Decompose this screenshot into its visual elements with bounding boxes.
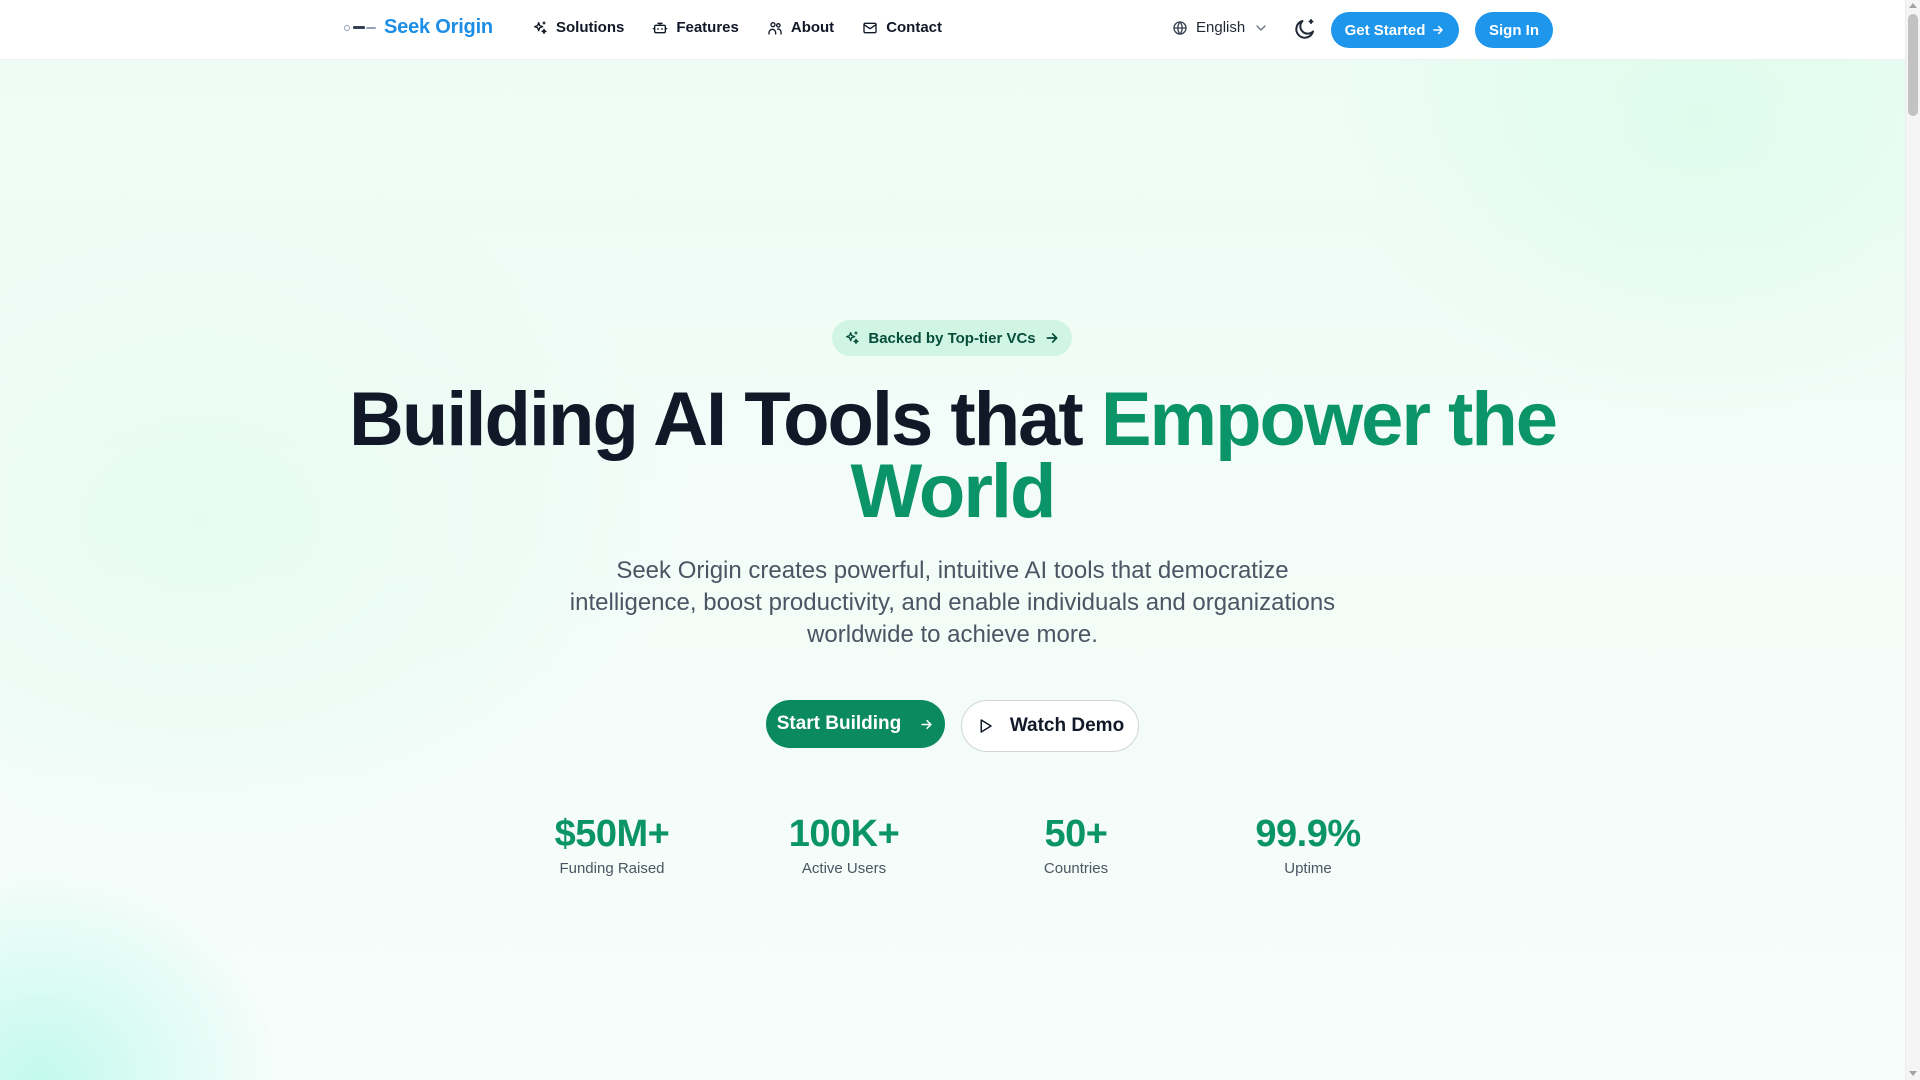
stat-value: 50+ — [1044, 813, 1108, 855]
nav-item-contact[interactable]: Contact — [862, 19, 942, 36]
stat-label: Countries — [1043, 860, 1109, 877]
nav-item-about[interactable]: About — [767, 19, 834, 36]
hero-headline: Building AI Tools that Empower the World — [300, 382, 1605, 530]
sparkles-icon — [534, 20, 547, 34]
badge-label: Backed by Top-tier VCs — [868, 329, 1036, 347]
backed-badge[interactable]: Backed by Top-tier VCs — [832, 320, 1072, 356]
arrow-right-icon — [1433, 25, 1444, 35]
stat-value: 99.9% — [1255, 813, 1361, 855]
stat-item: 99.9% Uptime — [1192, 812, 1424, 877]
arrow-right-icon — [1046, 333, 1058, 343]
moon-icon[interactable] — [1293, 17, 1317, 41]
stat-value: $50M+ — [554, 813, 670, 855]
chevron-down-icon — [1256, 24, 1266, 31]
page: Seek Origin Solutions Features About Con… — [0, 0, 1905, 1080]
stat-value: 100K+ — [788, 813, 900, 855]
language-selector[interactable]: English — [1172, 19, 1269, 36]
scroll-thumb[interactable] — [1908, 14, 1918, 116]
watch-demo-button[interactable]: Watch Demo — [961, 700, 1139, 752]
stat-label: Funding Raised — [559, 860, 665, 877]
get-started-label: Get Started — [1344, 21, 1426, 39]
globe-icon — [1173, 20, 1187, 35]
get-started-button[interactable]: Get Started — [1331, 12, 1459, 48]
hero-subtitle: Seek Origin creates powerful, intuitive … — [569, 557, 1336, 648]
language-label: English — [1196, 19, 1246, 36]
scroll-down-arrow-icon[interactable] — [1909, 1071, 1917, 1076]
sign-in-label: Sign In — [1489, 21, 1539, 39]
watch-demo-label: Watch Demo — [1009, 715, 1125, 736]
scroll-up-arrow-icon[interactable] — [1909, 3, 1917, 8]
stat-item: 100K+ Active Users — [728, 812, 960, 877]
stat-item: $50M+ Funding Raised — [496, 812, 728, 877]
nav-label: Features — [676, 19, 739, 36]
page-scrollbar[interactable] — [1905, 0, 1920, 1080]
nav-label: Solutions — [556, 19, 625, 36]
nav-label: About — [790, 19, 835, 36]
mail-icon — [863, 22, 877, 33]
nav-label: Contact — [886, 19, 943, 36]
nav-item-features[interactable]: Features — [652, 19, 739, 36]
start-building-button[interactable]: Start Building — [766, 700, 945, 748]
play-icon — [980, 719, 992, 733]
stat-item: 50+ Countries — [960, 812, 1192, 877]
nav-item-solutions[interactable]: Solutions — [532, 19, 624, 36]
bot-icon — [652, 22, 668, 33]
brand-name: Seek Origin — [384, 16, 493, 38]
arrow-right-icon — [921, 719, 932, 729]
sparkles-icon — [846, 331, 860, 344]
stats-row: $50M+ Funding Raised 100K+ Active Users … — [496, 812, 1424, 877]
users-icon — [768, 21, 782, 35]
stat-label: Active Users — [801, 860, 887, 877]
brand[interactable]: Seek Origin — [344, 16, 493, 39]
stat-label: Uptime — [1284, 860, 1332, 877]
main-nav: Solutions Features About Contact — [532, 19, 942, 36]
brand-logo-icon — [344, 21, 376, 35]
sign-in-button[interactable]: Sign In — [1475, 12, 1553, 48]
top-navbar: Seek Origin Solutions Features About Con… — [0, 0, 1905, 60]
start-building-label: Start Building — [776, 713, 902, 734]
